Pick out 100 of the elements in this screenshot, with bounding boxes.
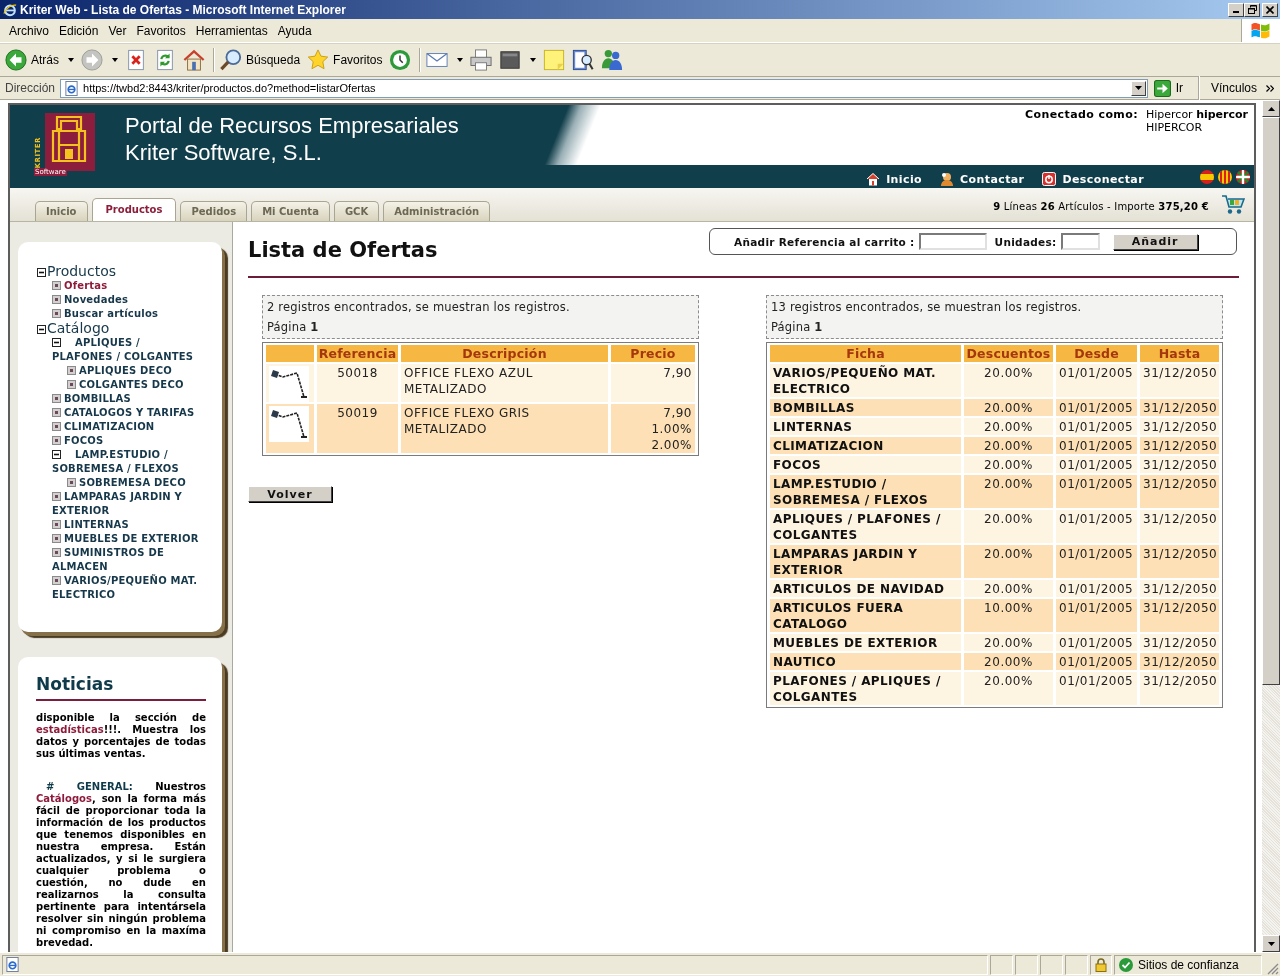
- minus-box-icon[interactable]: [37, 325, 46, 334]
- minimize-button[interactable]: [1228, 2, 1244, 17]
- table-cell: LAMPARAS JARDIN Y EXTERIOR: [770, 545, 961, 578]
- tree-item[interactable]: MUEBLES DE EXTERIOR: [37, 532, 203, 546]
- tree-item[interactable]: Productos: [37, 264, 203, 279]
- tree-item[interactable]: LAMP.ESTUDIO / SOBREMESA / FLEXOS: [37, 448, 203, 476]
- tree-item[interactable]: APLIQUES DECO: [37, 364, 203, 378]
- bullet-box-icon[interactable]: [52, 408, 61, 417]
- menu-item[interactable]: Ver: [103, 21, 132, 40]
- down-arrow-icon: [1267, 941, 1275, 946]
- menu-item[interactable]: Favoritos: [131, 21, 191, 40]
- minus-box-icon[interactable]: [52, 450, 61, 459]
- bullet-box-icon[interactable]: [52, 422, 61, 431]
- scroll-down-button[interactable]: [1262, 935, 1280, 952]
- minus-box-icon[interactable]: [37, 268, 46, 277]
- cart-icon[interactable]: [1221, 194, 1245, 214]
- table-cell: 20.00%: [964, 634, 1053, 651]
- tree-item[interactable]: CLIMATIZACION: [37, 420, 203, 434]
- table-cell: APLIQUES / PLAFONES / COLGANTES: [770, 510, 961, 543]
- address-field[interactable]: https://twbd2:8443/kriter/productos.do?method=listarOfertas: [60, 78, 1148, 98]
- check-icon: [1119, 957, 1133, 972]
- tree-item[interactable]: BOMBILLAS: [37, 392, 203, 406]
- tree-item[interactable]: LINTERNAS: [37, 518, 203, 532]
- clock-icon: [389, 49, 412, 71]
- resize-grip-icon[interactable]: [1267, 962, 1279, 975]
- news-link[interactable]: estadísticas: [36, 724, 104, 735]
- bullet-box-icon[interactable]: [52, 394, 61, 403]
- bullet-box-icon[interactable]: [52, 534, 61, 543]
- tree-item[interactable]: SUMINISTROS DE ALMACEN: [37, 546, 203, 574]
- table-cell: 01/01/2005: [1056, 599, 1137, 632]
- book-icon: [572, 49, 595, 71]
- bullet-box-icon[interactable]: [52, 548, 61, 557]
- table-cell: 20.00%: [964, 456, 1053, 473]
- minus-box-icon[interactable]: [52, 338, 61, 347]
- house-icon: [866, 172, 881, 186]
- tree-item[interactable]: VARIOS/PEQUEÑO MAT. ELECTRICO: [37, 574, 203, 602]
- tab[interactable]: GCK: [333, 201, 380, 221]
- table-cell: BOMBILLAS: [770, 399, 961, 416]
- user-name: Hipercor hipercor: [1145, 108, 1248, 121]
- table-cell: 20.00%: [964, 672, 1053, 705]
- column-header: Referencia: [317, 345, 398, 362]
- bullet-box-icon[interactable]: [52, 309, 61, 318]
- nav-link[interactable]: Inicio: [866, 172, 923, 186]
- scrollbar[interactable]: [1262, 100, 1280, 952]
- table-cell: 31/12/2050: [1140, 437, 1219, 454]
- nav-link[interactable]: Desconectar: [1042, 172, 1144, 186]
- links-button[interactable]: Vínculos: [1202, 81, 1276, 95]
- flag-logo-icon: [1250, 21, 1272, 40]
- bullet-box-icon[interactable]: [52, 492, 61, 501]
- search-button[interactable]: Búsqueda: [218, 45, 303, 75]
- tab[interactable]: Inicio: [35, 201, 88, 221]
- edit-icon: [499, 49, 522, 71]
- tree-item[interactable]: LAMPARAS JARDIN Y EXTERIOR: [37, 490, 203, 518]
- back-button[interactable]: Volver: [248, 486, 332, 502]
- table-cell: 31/12/2050: [1140, 418, 1219, 435]
- tree-item[interactable]: Catálogo: [37, 321, 203, 336]
- nav-link[interactable]: Contactar: [940, 172, 1025, 186]
- units-field[interactable]: [1060, 233, 1100, 250]
- tree-item[interactable]: APLIQUES / PLAFONES / COLGANTES: [37, 336, 203, 364]
- caret-icon: [530, 58, 537, 62]
- news-link[interactable]: Catálogos: [36, 793, 92, 804]
- favorites-button[interactable]: Favoritos: [305, 45, 385, 75]
- tab[interactable]: Administración: [383, 201, 491, 221]
- menu-item[interactable]: Herramientas: [190, 21, 273, 40]
- dropdown-button[interactable]: [1130, 80, 1146, 96]
- tree-item[interactable]: SOBREMESA DECO: [37, 476, 203, 490]
- status-panel: [1015, 954, 1038, 975]
- bullet-box-icon[interactable]: [52, 520, 61, 529]
- go-button[interactable]: Ir: [1147, 79, 1195, 97]
- bullet-box-icon[interactable]: [52, 281, 61, 290]
- tab[interactable]: Productos: [91, 198, 177, 221]
- close-button[interactable]: [1262, 2, 1278, 17]
- add-button[interactable]: Añadir: [1112, 233, 1198, 250]
- tree-item[interactable]: Ofertas: [37, 279, 203, 293]
- bullet-box-icon[interactable]: [67, 478, 76, 487]
- scroll-thumb[interactable]: [1262, 117, 1280, 685]
- note-icon: [543, 49, 566, 71]
- table-cell: 20.00%: [964, 545, 1053, 578]
- tree-item[interactable]: Novedades: [37, 293, 203, 307]
- bullet-box-icon[interactable]: [52, 436, 61, 445]
- status-panel: [990, 954, 1013, 975]
- bullet-box-icon[interactable]: [52, 576, 61, 585]
- back-button[interactable]: Atrás: [3, 45, 76, 75]
- bullet-box-icon[interactable]: [67, 380, 76, 389]
- tree-item[interactable]: CATALOGOS Y TARIFAS: [37, 406, 203, 420]
- menu-item[interactable]: Ayuda: [272, 21, 317, 40]
- maximize-button[interactable]: [1244, 2, 1260, 17]
- tree-item[interactable]: Buscar artículos: [37, 307, 203, 321]
- tab[interactable]: Pedidos: [180, 201, 248, 221]
- reference-field[interactable]: [918, 233, 987, 250]
- table-cell: 31/12/2050: [1140, 580, 1219, 597]
- bullet-box-icon[interactable]: [67, 366, 76, 375]
- tab[interactable]: Mi Cuenta: [251, 201, 330, 221]
- tree-item[interactable]: COLGANTES DECO: [37, 378, 203, 392]
- menu-item[interactable]: Edición: [54, 21, 104, 40]
- table-cell: 20.00%: [964, 364, 1053, 397]
- menu-item[interactable]: Archivo: [4, 21, 54, 40]
- tree-item[interactable]: FOCOS: [37, 434, 203, 448]
- scroll-up-button[interactable]: [1262, 100, 1280, 117]
- bullet-box-icon[interactable]: [52, 295, 61, 304]
